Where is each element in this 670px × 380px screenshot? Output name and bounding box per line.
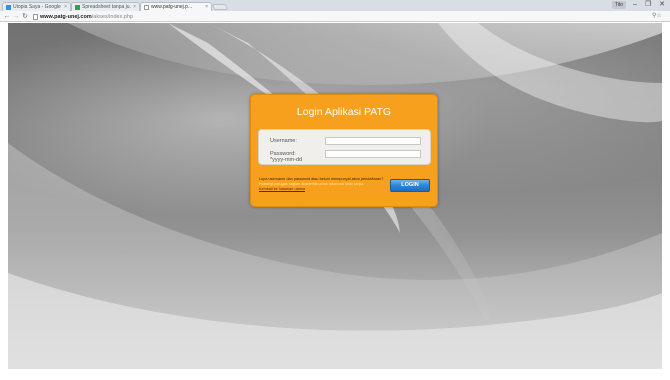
help-question: Lupa username dan password atau belum me… [259, 177, 384, 181]
page-icon [144, 4, 149, 10]
reload-icon[interactable]: ↻ [21, 12, 29, 21]
window-bottom [0, 369, 670, 380]
login-title: Login Aplikasi PATG [296, 106, 392, 118]
help-info: Hubungi petugas bagian akademik untuk in… [259, 182, 364, 186]
close-icon[interactable]: × [205, 4, 208, 10]
tab-label: Utopia Saya - Google [13, 4, 61, 10]
url-path: /akses/index.php [91, 13, 134, 20]
tab-spreadsheet[interactable]: Spreadsheet tanpa ju... × [71, 2, 140, 11]
login-form: Username: Password: *yyyy-mm-dd [258, 129, 431, 165]
username-input[interactable] [325, 137, 421, 145]
login-panel: Login Aplikasi PATG Username: Password: … [250, 94, 438, 207]
profile-button[interactable]: Tito [612, 1, 626, 9]
browser-tab-strip: Utopia Saya - Google × Spreadsheet tanpa… [0, 0, 670, 11]
tab-patg[interactable]: www.patg-unej.p... × [140, 2, 212, 11]
address-bar[interactable]: www.patg-unej.com /akses/index.php [33, 12, 651, 21]
username-label: Username: [270, 138, 297, 144]
close-icon[interactable]: × [64, 4, 67, 10]
close-window-icon[interactable]: ✕ [656, 1, 668, 9]
sheets-icon [75, 4, 80, 10]
back-home-link[interactable]: Kembali ke halaman utama [259, 187, 305, 191]
password-hint: *yyyy-mm-dd [270, 157, 303, 163]
tab-label: Spreadsheet tanpa ju... [82, 4, 132, 10]
maximize-icon[interactable]: ❐ [643, 1, 653, 9]
password-label: Password: *yyyy-mm-dd [270, 151, 302, 163]
minimize-icon[interactable]: – [630, 1, 640, 9]
zoom-star-icons[interactable]: ⚲☆ [652, 12, 668, 21]
page-background: Login Aplikasi PATG Username: Password: … [8, 23, 662, 369]
drive-icon [6, 4, 11, 10]
tab-label: www.patg-unej.p... [151, 4, 193, 10]
page-icon [33, 13, 38, 20]
url-host: www.patg-unej.com [40, 13, 92, 20]
password-input[interactable] [325, 150, 421, 158]
login-button[interactable]: LOGIN [390, 179, 430, 192]
back-icon[interactable]: ← [3, 12, 11, 21]
tab-utopia[interactable]: Utopia Saya - Google × [2, 2, 71, 11]
forward-icon[interactable]: → [12, 12, 20, 21]
close-icon[interactable]: × [133, 4, 136, 10]
new-tab-button[interactable] [211, 4, 229, 10]
